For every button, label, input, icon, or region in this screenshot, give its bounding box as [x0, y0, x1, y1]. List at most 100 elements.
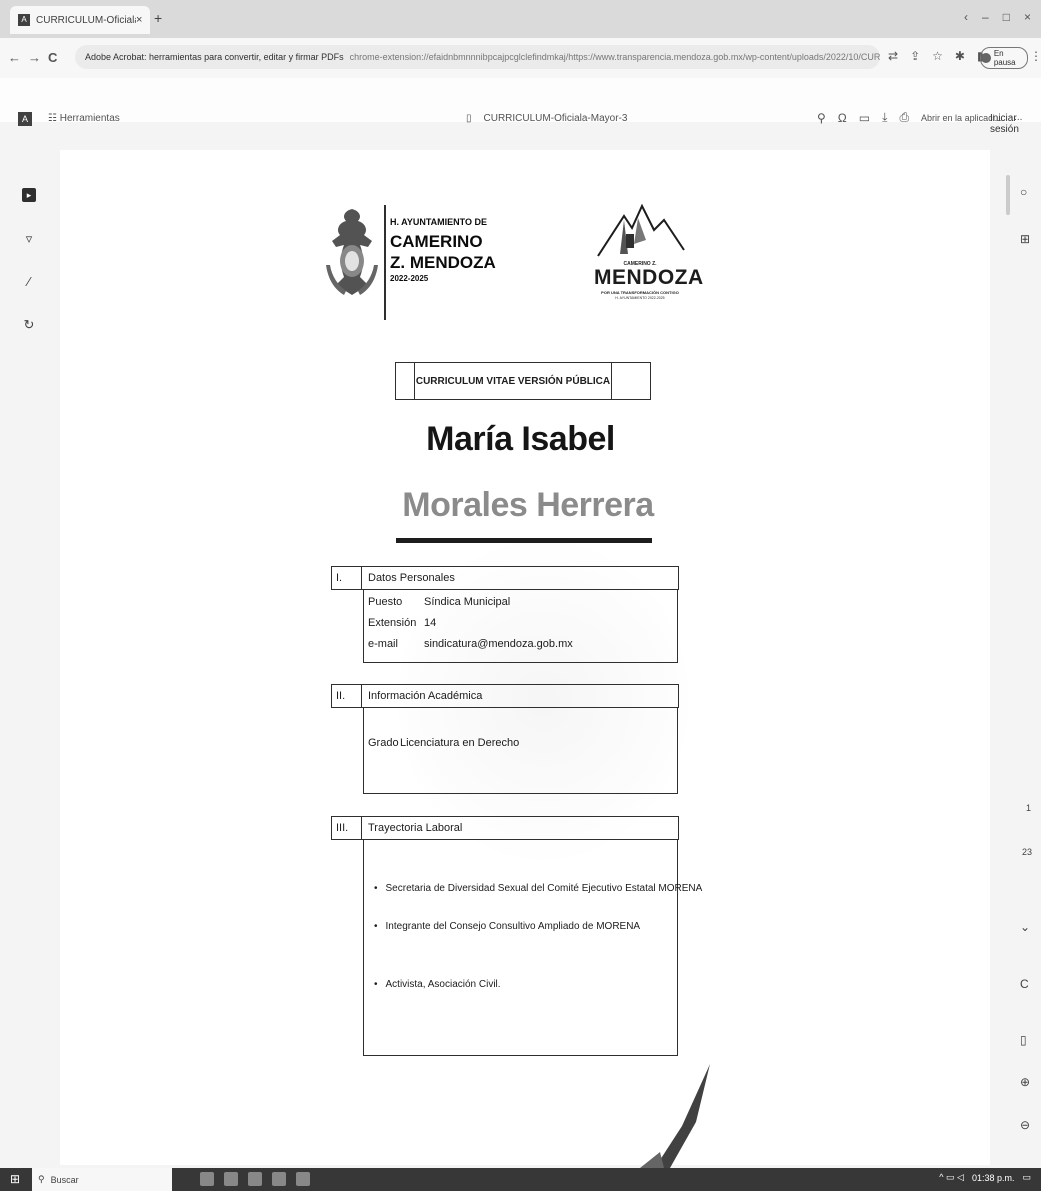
section-number: I.: [332, 567, 362, 589]
field-row: Puesto Síndica Municipal: [368, 597, 510, 608]
taskbar-search[interactable]: ⚲ Buscar: [32, 1168, 172, 1191]
zoom-out-icon[interactable]: ⊖: [1020, 1118, 1030, 1132]
last-name: Morales Herrera: [402, 486, 654, 524]
bookmark-star-icon[interactable]: ☆: [932, 49, 943, 63]
field-row: e-mail sindicatura@mendoza.gob.mx: [368, 639, 573, 650]
scrollbar-thumb[interactable]: [1006, 175, 1010, 215]
tab-search-icon[interactable]: ‹: [964, 10, 968, 24]
tools-label: Herramientas: [59, 113, 120, 124]
paused-label: En pausa: [993, 49, 1016, 67]
current-page-number: 1: [1026, 803, 1032, 813]
site-name: Adobe Acrobat: herramientas para convert…: [85, 52, 344, 62]
name-underline: [396, 538, 652, 543]
thumbnails-icon[interactable]: ⊞: [1020, 232, 1030, 246]
browser-tab-bar: A CURRICULUM-Oficiala-Mayor-3 × + ‹ – □ …: [0, 0, 1041, 38]
draw-icon[interactable]: ∕: [22, 275, 36, 289]
translate-icon[interactable]: ⇄: [888, 49, 898, 63]
mountain-logo-icon: [597, 203, 685, 257]
cv-title-box: CURRICULUM VITAE VERSIÓN PÚBLICA: [395, 362, 651, 400]
forward-icon[interactable]: →: [28, 50, 41, 65]
field-row: GradoLicenciatura en Derecho: [368, 738, 519, 749]
list-item: Activista, Asociación Civil.: [374, 979, 501, 990]
search-icon[interactable]: ⚲: [817, 111, 826, 125]
taskbar-apps: [200, 1172, 310, 1186]
browser-menu-icon[interactable]: ⋮: [1030, 49, 1041, 63]
grid-icon: ☷: [48, 113, 57, 124]
share-icon[interactable]: ⇪: [910, 49, 920, 63]
zoom-in-icon[interactable]: ⊕: [1020, 1075, 1030, 1089]
total-pages: 23: [1022, 847, 1033, 857]
cursor-icon[interactable]: ▸: [22, 188, 36, 202]
field-label: Extensión: [368, 617, 417, 629]
windows-start-icon[interactable]: ⊞: [10, 1172, 24, 1186]
download-icon[interactable]: ⤓: [882, 110, 887, 125]
address-bar-row: ← → C Adobe Acrobat: herramientas para c…: [0, 38, 1041, 79]
section-work-body: [363, 839, 678, 1056]
tools-menu[interactable]: ☷ Herramientas: [48, 113, 120, 124]
section-academic-header: II. Información Académica: [331, 684, 679, 708]
url-text: chrome-extension://efaidnbmnnnibpcajpcgl…: [349, 52, 880, 62]
institution-line-1: H. AYUNTAMIENTO DE: [390, 217, 488, 227]
avatar: [981, 53, 991, 63]
institution-line-3: Z. MENDOZA: [390, 253, 496, 272]
cv-title: CURRICULUM VITAE VERSIÓN PÚBLICA: [414, 363, 612, 399]
file-explorer-icon[interactable]: [200, 1172, 214, 1186]
comment-add-icon[interactable]: ▿: [22, 232, 36, 246]
field-label: Puesto: [368, 596, 403, 608]
chevron-down-icon[interactable]: ⌄: [1020, 920, 1030, 934]
institution-years: 2022-2025: [390, 274, 429, 283]
section-personal-body: Puesto Síndica Municipal Extensión 14 e-ma…: [363, 589, 678, 663]
browser-tab[interactable]: A CURRICULUM-Oficiala-Mayor-3 ×: [10, 6, 150, 34]
word-icon[interactable]: [224, 1172, 238, 1186]
section-title: Datos Personales: [368, 572, 455, 584]
document-icon: ▯: [466, 113, 472, 124]
back-icon[interactable]: ←: [8, 50, 21, 65]
comment-icon[interactable]: ▭: [859, 111, 870, 125]
institution-name: H. AYUNTAMIENTO DE CAMERINO Z. MENDOZA 2…: [390, 218, 496, 283]
section-work-header: III. Trayectoria Laboral: [331, 816, 679, 840]
close-window-button[interactable]: ×: [1024, 10, 1031, 24]
profile-paused-button[interactable]: En pausa: [980, 47, 1028, 69]
extension-icons: ⇄ ⇪ ☆ ✱ ▮: [888, 49, 984, 63]
field-value: Licenciatura en Derecho: [400, 737, 520, 749]
document-name: CURRICULUM-Oficiala-Mayor-3: [483, 113, 628, 124]
page-icon[interactable]: ▯: [1020, 1033, 1027, 1047]
field-value: 14: [424, 617, 437, 629]
new-tab-button[interactable]: +: [154, 10, 162, 26]
municipal-crest-icon: [326, 209, 378, 295]
search-panel-icon[interactable]: ○: [1020, 185, 1027, 199]
rotate-icon[interactable]: ↻: [22, 318, 36, 332]
reload-icon[interactable]: C: [48, 50, 57, 65]
windows-taskbar: ⊞ ⚲ Buscar ^ ▭ ◁ 01:38 p.m. ▭: [0, 1168, 1041, 1191]
search-label: Buscar: [50, 1174, 79, 1185]
print-icon[interactable]: ⎙: [899, 110, 909, 125]
logo-tagline: POR UNA TRANSFORMACIÓN CONTIGO: [601, 290, 679, 295]
tab-title: CURRICULUM-Oficiala-Mayor-3: [36, 14, 136, 26]
url-bar[interactable]: Adobe Acrobat: herramientas para convert…: [75, 45, 880, 69]
first-name: María Isabel: [426, 420, 615, 458]
sign-in-button[interactable]: Iniciar sesión: [990, 113, 1041, 135]
section-academic-body: GradoLicenciatura en Derecho: [363, 707, 678, 794]
acrobat-logo-icon: A: [18, 112, 32, 126]
section-personal-header: I. Datos Personales: [331, 566, 679, 590]
section-title: Trayectoria Laboral: [368, 822, 463, 834]
pdf-icon: A: [18, 14, 30, 26]
field-value: sindicatura@mendoza.gob.mx: [424, 638, 573, 650]
logo-main-text: MENDOZA: [594, 266, 704, 289]
extensions-icon[interactable]: ✱: [955, 49, 965, 63]
institution-line-2: CAMERINO: [390, 232, 483, 251]
read-aloud-icon[interactable]: Ω: [838, 111, 847, 125]
notifications-icon[interactable]: ▭: [1022, 1172, 1031, 1183]
app-icon[interactable]: [296, 1172, 310, 1186]
list-item: Secretaria de Diversidad Sexual del Comi…: [374, 883, 703, 894]
header-divider: [384, 205, 386, 320]
tab-close-icon[interactable]: ×: [136, 14, 150, 26]
chrome-icon[interactable]: [272, 1172, 286, 1186]
maximize-button[interactable]: □: [1003, 10, 1010, 24]
refresh-icon[interactable]: C: [1020, 977, 1029, 991]
minimize-button[interactable]: –: [982, 10, 989, 24]
tray-icons[interactable]: ^ ▭ ◁: [939, 1172, 964, 1183]
chrome-icon[interactable]: [248, 1172, 262, 1186]
document-title: ▯ CURRICULUM-Oficiala-Mayor-3: [466, 113, 627, 124]
system-tray: ^ ▭ ◁ 01:38 p.m. ▭: [939, 1172, 1031, 1183]
